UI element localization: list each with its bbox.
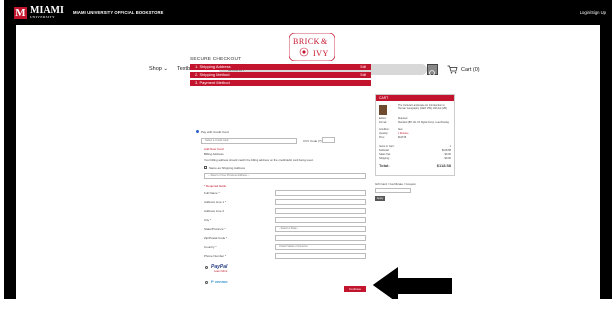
sales-tax-value: $0.00 xyxy=(444,153,452,156)
meta-value: New xyxy=(398,129,403,131)
shop-menu[interactable]: Shop ⌄ xyxy=(149,66,168,72)
edit-link[interactable]: Edit xyxy=(361,72,367,78)
arrow-pointer-icon xyxy=(371,263,454,303)
state-dropdown[interactable]: - Select a State - xyxy=(275,226,366,232)
country-value: United States of America xyxy=(279,245,308,248)
brick-ivy-logo[interactable]: BRICK & IVY xyxy=(289,33,335,61)
brand-amp: & xyxy=(321,37,328,46)
meta-key: Edition: xyxy=(379,118,387,120)
add-card-link[interactable]: Add New Card xyxy=(204,147,224,151)
field-label-address1: Address Line 1 * xyxy=(204,200,227,204)
step-label: 3. Payment Method xyxy=(195,80,230,85)
step-shipping-address[interactable]: 1. Shipping Address Edit xyxy=(190,64,371,70)
subtotal-value: $118.58 xyxy=(441,149,451,152)
pay-credit-radio[interactable] xyxy=(196,130,199,133)
field-label-city: City * xyxy=(204,218,212,222)
meta-value: $118.58 xyxy=(398,137,407,139)
step-label: 1. Shipping Address xyxy=(195,64,231,69)
continue-button[interactable]: Continue xyxy=(344,286,366,292)
venmo-radio[interactable] xyxy=(205,281,208,284)
step-payment-method: 3. Payment Method xyxy=(190,80,371,86)
apply-button[interactable]: Apply xyxy=(375,196,385,201)
state-value: - Select a State - xyxy=(279,227,299,230)
field-label-country: Country * xyxy=(204,245,217,249)
logo-text: MIAMI UNIVERSITY xyxy=(30,6,64,20)
cart-summary: CART The Cultural Landscape An Introduct… xyxy=(375,94,455,176)
field-label-phone: Phone Number * xyxy=(204,254,227,258)
cvv-label: CVV Code (?) xyxy=(303,139,322,143)
logo-mark: M xyxy=(14,6,27,19)
store-name: MIAMI UNIVERSITY OFFICIAL BOOKSTORE xyxy=(73,10,164,15)
subtotal-label: Subtotal: xyxy=(379,149,390,152)
full-name-input[interactable] xyxy=(275,190,366,196)
same-as-shipping-label: Same as Shipping Address xyxy=(209,166,246,170)
billing-address-heading: Billing Address xyxy=(204,152,224,156)
book-title[interactable]: The Cultural Landscape An Introduction t… xyxy=(398,104,452,111)
meta-value: Required xyxy=(398,118,408,120)
shipping-value: $0.00 xyxy=(444,157,452,160)
shop-label: Shop xyxy=(149,66,162,72)
sales-tax-label: Sales Tax: xyxy=(379,153,391,156)
brand-line2: IVY xyxy=(313,49,329,58)
address-line1-input[interactable] xyxy=(275,199,366,205)
venmo-logo: P venmo xyxy=(211,279,228,284)
step-shipping-method[interactable]: 2. Shipping Method Edit xyxy=(190,72,371,78)
paypal-radio[interactable] xyxy=(205,266,208,269)
city-input[interactable] xyxy=(275,217,366,223)
previous-address-value: -- Select or Use Previous Address -- xyxy=(208,174,250,177)
billing-note: Your billing address should match the bi… xyxy=(204,158,314,162)
cart-link[interactable]: Cart (0) xyxy=(447,65,480,74)
meta-value: Standard (BH 141 CX Digital Comp. Lead F… xyxy=(398,122,449,124)
field-label-address2: Address Line 2 xyxy=(204,209,225,213)
search-icon xyxy=(429,70,437,78)
checkout-title: SECURE CHECKOUT xyxy=(190,57,242,62)
step-label: 2. Shipping Method xyxy=(195,72,230,77)
field-label-zip: Zip/Postal Code * xyxy=(204,236,228,240)
miami-logo[interactable]: M MIAMI UNIVERSITY xyxy=(14,6,64,19)
page-bottom-margin xyxy=(0,299,616,313)
zip-input[interactable] xyxy=(275,235,366,241)
book-thumbnail xyxy=(379,105,387,115)
meta-value[interactable]: 1 Remove xyxy=(398,133,408,135)
total-value: $118.58 xyxy=(436,163,451,168)
field-label-full-name: Full Name * xyxy=(204,191,220,195)
field-label-state: State/Province * xyxy=(204,227,226,231)
brand-line1: BRICK xyxy=(293,37,320,46)
select-card-dropdown[interactable]: Select a Credit Card xyxy=(201,138,297,144)
top-bar: M MIAMI UNIVERSITY MIAMI UNIVERSITY OFFI… xyxy=(4,0,612,25)
address-line2-input[interactable] xyxy=(275,208,366,214)
paypal-learn-more[interactable]: Learn More xyxy=(214,270,227,273)
cart-icon xyxy=(447,65,458,74)
login-link[interactable]: Login/Sign Up xyxy=(580,10,606,15)
same-as-shipping-checkbox[interactable] xyxy=(204,166,207,169)
previous-address-dropdown[interactable]: -- Select or Use Previous Address -- xyxy=(204,173,366,179)
meta-key: Condition: xyxy=(379,129,390,131)
meta-key: Format: xyxy=(379,122,387,124)
search-button[interactable] xyxy=(427,64,438,78)
gift-card-input[interactable] xyxy=(375,188,411,193)
cart-title: CART xyxy=(376,95,454,101)
required-note: * Required fields xyxy=(204,184,227,188)
country-dropdown[interactable]: United States of America xyxy=(275,244,366,250)
phone-input[interactable] xyxy=(275,253,366,259)
shipping-label: Shipping: xyxy=(379,157,390,160)
gift-card-label: Gift Card / Certificate / Coupon xyxy=(375,182,417,186)
select-card-value: Select a Credit Card xyxy=(205,139,229,142)
chevron-down-icon: ⌄ xyxy=(163,66,168,72)
edit-link[interactable]: Edit xyxy=(361,64,367,70)
cvv-input[interactable] xyxy=(322,137,335,143)
total-label: Total: xyxy=(379,163,390,168)
meta-key: Quantity: xyxy=(379,133,389,135)
pay-credit-label: Pay with Credit Card xyxy=(201,130,229,134)
meta-key: Price: xyxy=(379,137,385,139)
cart-label: Cart (0) xyxy=(461,66,480,73)
items-count: 1 xyxy=(449,145,451,148)
items-in-cart-label: Items in Cart: xyxy=(379,145,395,148)
